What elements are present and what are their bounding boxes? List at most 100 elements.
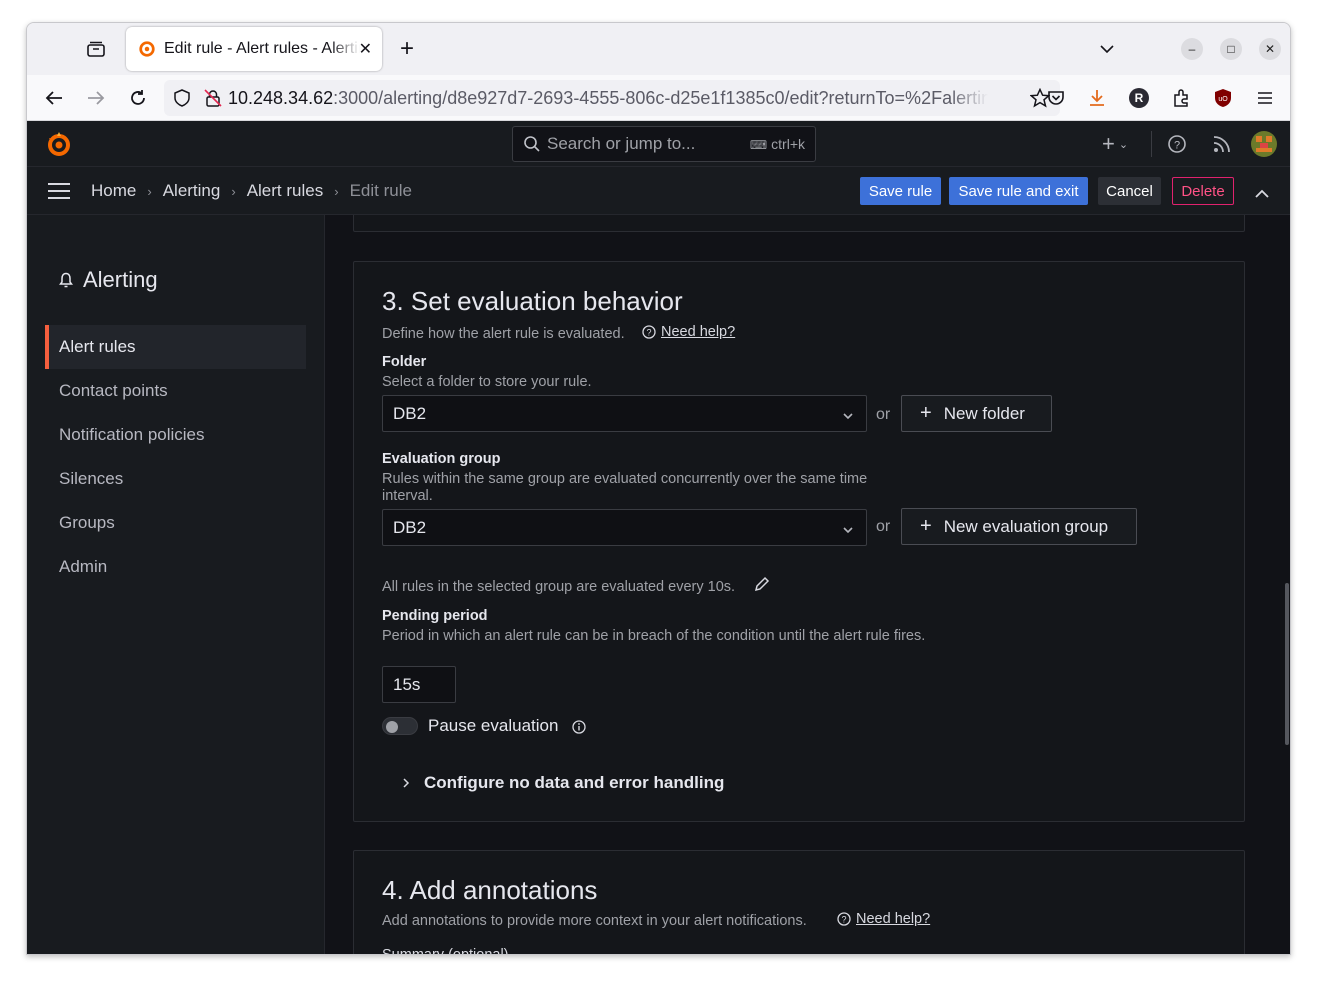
section-4-title: 4. Add annotations xyxy=(382,875,598,905)
search-shortcut: ⌨ ctrl+k xyxy=(749,136,805,152)
configure-no-data-toggle[interactable]: Configure no data and error handling xyxy=(402,773,724,793)
toggle-knob xyxy=(386,721,398,733)
reload-icon[interactable] xyxy=(124,84,152,112)
navigation-bar: 10.248.34.62:3000/alerting/d8e927d7-2693… xyxy=(27,75,1290,121)
tab-list-icon[interactable] xyxy=(1093,35,1121,63)
evaluation-group-description: Rules within the same group are evaluate… xyxy=(382,471,868,504)
sidebar: Alerting Alert rules Contact points Noti… xyxy=(27,215,325,954)
insecure-lock-icon[interactable] xyxy=(204,89,222,107)
sidebar-item-groups[interactable]: Groups xyxy=(45,501,306,545)
sidebar-heading: Alerting xyxy=(59,267,158,293)
grafana-topbar: Search or jump to... ⌨ ctrl+k + ⌄ ? xyxy=(27,121,1290,167)
help-icon[interactable]: ? xyxy=(1164,131,1190,157)
sidebar-item-alert-rules[interactable]: Alert rules xyxy=(45,325,306,369)
search-icon xyxy=(524,136,540,152)
close-tab-icon[interactable]: ✕ xyxy=(359,39,372,59)
collapse-chevron-up-icon[interactable] xyxy=(1255,185,1269,203)
svg-text:uO: uO xyxy=(1218,96,1228,103)
new-tab-icon[interactable]: + xyxy=(393,35,421,63)
breadcrumb-separator-icon: › xyxy=(334,183,339,199)
svg-text:?: ? xyxy=(841,915,846,925)
news-rss-icon[interactable] xyxy=(1209,131,1235,157)
section-2-bottom xyxy=(353,215,1245,232)
app-menu-icon[interactable] xyxy=(1251,84,1279,112)
sidebar-item-contact-points[interactable]: Contact points xyxy=(45,369,306,413)
url-bar[interactable]: 10.248.34.62:3000/alerting/d8e927d7-2693… xyxy=(164,80,1060,116)
sidebar-item-admin[interactable]: Admin xyxy=(45,545,306,589)
sidebar-title: Alerting xyxy=(83,267,158,292)
new-folder-label: New folder xyxy=(943,403,1025,423)
sidebar-item-silences[interactable]: Silences xyxy=(45,457,306,501)
evaluation-group-select[interactable]: DB2 xyxy=(382,509,867,546)
add-new-icon[interactable]: + ⌄ xyxy=(1095,131,1135,157)
downloads-icon[interactable] xyxy=(1083,84,1111,112)
section-4-description: Add annotations to provide more context … xyxy=(382,913,807,929)
breadcrumb-home[interactable]: Home xyxy=(91,181,136,201)
folder-select-value: DB2 xyxy=(393,403,427,423)
sidebar-item-notification-policies[interactable]: Notification policies xyxy=(45,413,306,457)
minimize-icon[interactable]: – xyxy=(1181,38,1203,60)
help-circle-icon: ? xyxy=(837,912,851,926)
active-tab[interactable]: Edit rule - Alert rules - Alerting - Gra… xyxy=(126,27,382,71)
breadcrumb-bar: Home › Alerting › Alert rules › Edit rul… xyxy=(27,167,1290,215)
section-evaluation-behavior: 3. Set evaluation behavior Define how th… xyxy=(353,261,1245,822)
pause-evaluation-label: Pause evaluation xyxy=(428,716,559,735)
section-3-description: Define how the alert rule is evaluated. xyxy=(382,326,625,342)
ublock-icon[interactable]: uO xyxy=(1209,84,1237,112)
evaluation-group-label: Evaluation group xyxy=(382,451,501,467)
url-path: :3000/alerting/d8e927d7-2693-4555-806c-d… xyxy=(333,87,988,108)
pocket-icon[interactable] xyxy=(1042,84,1070,112)
profile-r-icon[interactable]: R xyxy=(1125,84,1153,112)
section-annotations: 4. Add annotations Add annotations to pr… xyxy=(353,850,1245,955)
need-help-link-text: Need help? xyxy=(661,324,736,340)
grafana-logo-icon[interactable] xyxy=(45,130,73,158)
scrollbar-thumb[interactable] xyxy=(1285,583,1289,745)
menu-toggle-icon[interactable] xyxy=(47,182,71,205)
keyboard-icon: ⌨ xyxy=(749,138,768,152)
save-rule-and-exit-button[interactable]: Save rule and exit xyxy=(949,177,1088,205)
shield-icon[interactable] xyxy=(174,89,190,107)
chevron-right-icon xyxy=(403,778,410,788)
help-circle-icon: ? xyxy=(642,325,656,339)
search-input[interactable]: Search or jump to... ⌨ ctrl+k xyxy=(512,126,816,162)
grafana-app: Search or jump to... ⌨ ctrl+k + ⌄ ? Home … xyxy=(27,121,1290,955)
new-evaluation-group-button[interactable]: + New evaluation group xyxy=(901,508,1137,545)
or-text: or xyxy=(876,406,891,423)
pending-period-input[interactable]: 15s xyxy=(382,666,456,703)
breadcrumb-separator-icon: › xyxy=(231,183,236,199)
need-help-link-text: Need help? xyxy=(856,911,931,927)
close-window-icon[interactable]: ✕ xyxy=(1259,38,1281,60)
breadcrumb: Home › Alerting › Alert rules › Edit rul… xyxy=(91,181,412,201)
back-icon[interactable] xyxy=(40,84,68,112)
user-avatar[interactable] xyxy=(1251,131,1277,157)
breadcrumb-separator-icon: › xyxy=(147,183,152,199)
tab-overview-icon[interactable] xyxy=(82,35,110,63)
pending-period-description: Period in which an alert rule can be in … xyxy=(382,628,926,644)
url-text[interactable]: 10.248.34.62:3000/alerting/d8e927d7-2693… xyxy=(228,88,988,109)
browser-window: Edit rule - Alert rules - Alerting - Gra… xyxy=(26,22,1291,955)
new-folder-button[interactable]: + New folder xyxy=(901,395,1052,432)
evaluation-group-select-value: DB2 xyxy=(393,517,427,537)
svg-text:?: ? xyxy=(646,328,651,338)
info-circle-icon[interactable] xyxy=(572,720,586,734)
edit-pencil-icon[interactable] xyxy=(753,575,771,593)
folder-description: Select a folder to store your rule. xyxy=(382,374,592,390)
save-rule-button[interactable]: Save rule xyxy=(860,177,941,205)
extensions-icon[interactable] xyxy=(1167,84,1195,112)
svg-text:?: ? xyxy=(1174,140,1180,152)
delete-button[interactable]: Delete xyxy=(1172,177,1234,205)
summary-label: Summary (optional) xyxy=(382,947,509,955)
breadcrumb-alert-rules[interactable]: Alert rules xyxy=(247,181,324,201)
breadcrumb-edit-rule: Edit rule xyxy=(349,181,412,200)
pause-evaluation-toggle[interactable] xyxy=(382,717,418,735)
section-3-help-link[interactable]: ? Need help? xyxy=(642,324,735,340)
breadcrumb-alerting[interactable]: Alerting xyxy=(163,181,221,201)
folder-select[interactable]: DB2 xyxy=(382,395,867,432)
cancel-button[interactable]: Cancel xyxy=(1098,177,1161,205)
forward-icon[interactable] xyxy=(82,84,110,112)
chevron-down-icon xyxy=(842,519,854,539)
tab-bar: Edit rule - Alert rules - Alerting - Gra… xyxy=(27,23,1290,75)
maximize-icon[interactable]: □ xyxy=(1220,38,1242,60)
plus-icon: + xyxy=(920,515,932,537)
section-4-help-link[interactable]: ? Need help? xyxy=(837,911,930,927)
